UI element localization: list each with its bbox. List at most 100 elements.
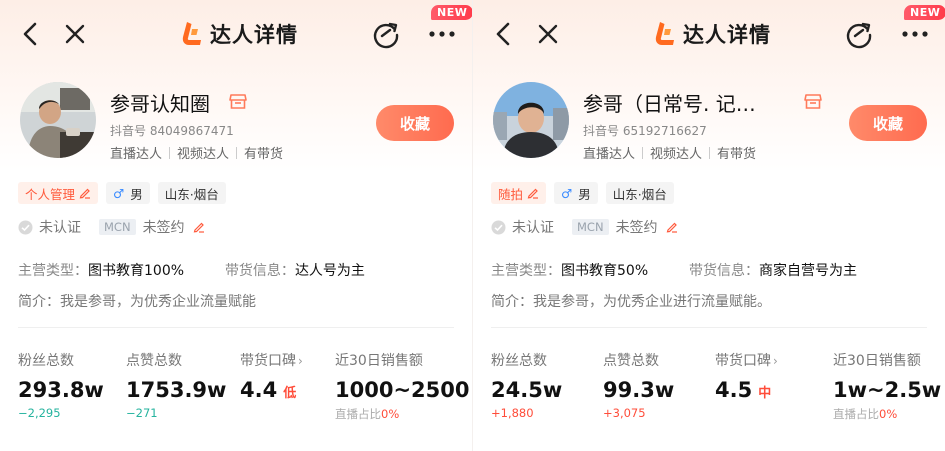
top-nav-bar: 达人详情 NEW — [0, 0, 472, 70]
top-nav-bar: 达人详情 NEW — [473, 0, 945, 70]
main-category-value: 图书教育50% — [561, 263, 649, 279]
favorite-button[interactable]: 收藏 — [376, 105, 454, 141]
region-label: 山东·烟台 — [612, 186, 667, 202]
stat-reputation-label-row: 带货口碑 › — [715, 350, 778, 370]
certification-row: 未认证 MCN 未签约 — [491, 217, 678, 237]
stat-reputation[interactable]: 带货口碑 › 4.5 中 — [715, 350, 778, 402]
stat-reputation-value-row: 4.4 低 — [240, 378, 303, 402]
stat-likes-change: +3,075 — [603, 406, 646, 420]
creator-intro: 简介：我是参哥，为优秀企业流量赋能 — [18, 294, 256, 310]
personal-tag-label: 个人管理 — [25, 186, 76, 202]
edit-icon[interactable] — [527, 187, 539, 199]
stat-likes[interactable]: 点赞总数 99.3w +3,075 — [603, 350, 674, 420]
role-divider — [642, 146, 644, 159]
app-root: 达人详情 NEW 参哥认知圈 抖音号 84049867471 直播达人 视频达人… — [0, 0, 945, 451]
stat-live-share-label: 直播占比 — [335, 407, 381, 421]
stat-sales-label: 近30日销售额 — [833, 353, 921, 369]
personal-tag[interactable]: 个人管理 — [18, 182, 99, 204]
creator-roles: 直播达人 视频达人 有带货 — [110, 143, 283, 162]
stat-reputation[interactable]: 带货口碑 › 4.4 低 — [240, 350, 303, 402]
stat-fans[interactable]: 粉丝总数 293.8w −2,295 — [18, 350, 104, 420]
close-icon[interactable] — [62, 20, 88, 48]
more-options-icon[interactable] — [902, 31, 928, 37]
stat-reputation-level: 中 — [758, 386, 772, 401]
stat-reputation-value-row: 4.5 中 — [715, 378, 778, 402]
back-icon[interactable] — [18, 20, 44, 48]
avatar-photo — [493, 82, 569, 158]
stat-live-share-value: 0% — [879, 407, 898, 421]
sales-info-label: 带货信息： — [689, 263, 760, 279]
personal-tag-label: 随拍 — [498, 186, 524, 202]
douyin-id: 抖音号 65192716627 — [583, 124, 707, 138]
personal-tag[interactable]: 随拍 — [491, 182, 547, 204]
mcn-status: 未签约 — [142, 220, 185, 236]
new-badge: NEW — [904, 5, 945, 20]
gender-tag: ♂ 男 — [554, 182, 598, 204]
verified-check-icon — [491, 220, 506, 234]
stat-likes-label: 点赞总数 — [126, 353, 182, 369]
stat-fans-label: 粉丝总数 — [491, 353, 547, 369]
stat-fans-change: +1,880 — [491, 406, 534, 420]
stat-reputation-label: 带货口碑 — [715, 353, 771, 369]
back-icon[interactable] — [491, 20, 517, 48]
creator-name: 参哥认知圈 — [110, 92, 210, 116]
new-badge: NEW — [431, 5, 472, 20]
stat-reputation-label: 带货口碑 — [240, 353, 296, 369]
stat-reputation-label-row: 带货口碑 › — [240, 350, 303, 370]
main-category-label: 主营类型： — [491, 263, 561, 279]
avatar[interactable] — [20, 82, 96, 158]
tag-row: 个人管理 ♂ 男 山东·烟台 — [18, 182, 226, 204]
certification-status: 未认证 — [39, 220, 81, 236]
page-title: 达人详情 — [176, 19, 298, 49]
stat-sales-value: 1w~2.5w — [833, 378, 942, 402]
certification-status: 未认证 — [512, 220, 554, 236]
stat-fans-label: 粉丝总数 — [18, 353, 74, 369]
certification-row: 未认证 MCN 未签约 — [18, 217, 205, 237]
edit-icon[interactable] — [666, 221, 678, 233]
role-divider — [709, 146, 711, 159]
edit-icon[interactable] — [193, 221, 205, 233]
male-icon: ♂ — [561, 185, 573, 201]
stat-live-share-label: 直播占比 — [833, 407, 879, 421]
creator-name: 参哥（日常号. 记… — [583, 92, 756, 116]
avatar[interactable] — [493, 82, 569, 158]
creator-roles: 直播达人 视频达人 有带货 — [583, 143, 756, 162]
app-logo-icon — [655, 22, 674, 45]
stat-fans[interactable]: 粉丝总数 24.5w +1,880 — [491, 350, 562, 420]
more-options-icon[interactable] — [429, 31, 455, 37]
chevron-right-icon: › — [298, 354, 303, 368]
app-logo-icon — [182, 22, 201, 45]
edit-icon[interactable] — [79, 187, 91, 199]
refresh-icon[interactable] — [844, 19, 874, 49]
region-tag: 山东·烟台 — [157, 182, 226, 204]
mcn-badge: MCN — [99, 219, 136, 235]
male-icon: ♂ — [113, 185, 125, 201]
stat-live-share: 直播占比0% — [833, 406, 941, 422]
close-icon[interactable] — [535, 20, 561, 48]
stat-likes[interactable]: 点赞总数 1753.9w −271 — [126, 350, 226, 420]
verified-check-icon — [18, 220, 33, 234]
stat-sales[interactable]: 近30日销售额 1000~2500 直播占比0% — [335, 350, 470, 422]
page-title: 达人详情 — [649, 19, 771, 49]
main-category-label: 主营类型： — [18, 263, 88, 279]
refresh-icon[interactable] — [371, 19, 401, 49]
page-title-text: 达人详情 — [683, 23, 771, 47]
stat-sales-value: 1000~2500 — [335, 378, 470, 402]
stat-live-share: 直播占比0% — [335, 406, 470, 422]
stat-sales[interactable]: 近30日销售额 1w~2.5w 直播占比0% — [833, 350, 941, 422]
role-commerce: 有带货 — [717, 147, 757, 162]
avatar-photo — [20, 82, 96, 158]
gender-label: 男 — [130, 186, 143, 202]
stat-likes-value: 99.3w — [603, 378, 675, 402]
sales-info-value: 达人号为主 — [294, 263, 365, 279]
stat-reputation-value: 4.5 — [715, 378, 753, 402]
stat-live-share-value: 0% — [381, 407, 400, 421]
role-live: 直播达人 — [583, 147, 636, 162]
role-divider — [169, 146, 171, 159]
stat-fans-value: 293.8w — [18, 378, 104, 402]
mcn-status: 未签约 — [615, 220, 658, 236]
stat-fans-value: 24.5w — [491, 378, 563, 402]
favorite-button[interactable]: 收藏 — [849, 105, 927, 141]
page-title-text: 达人详情 — [210, 23, 298, 47]
role-commerce: 有带货 — [244, 147, 284, 162]
